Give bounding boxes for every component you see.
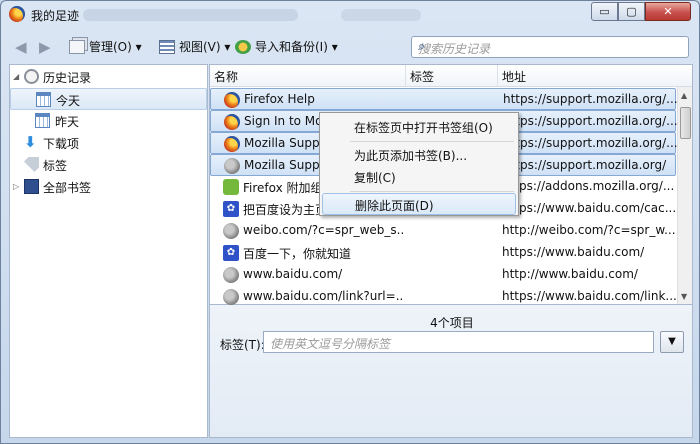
import-backup-menu-button[interactable]: 导入和备份(I) ▾ [235, 38, 338, 55]
tag-input[interactable]: 使用英文逗号分隔标签 [263, 331, 654, 353]
title-bar: 我的足迹 ▭ ▢ ✕ [1, 1, 699, 29]
forward-arrow-icon[interactable]: ▶ [39, 38, 51, 56]
manage-icon [69, 40, 85, 54]
globe-favicon-icon [223, 289, 239, 305]
firefox-favicon-icon [224, 92, 240, 108]
chevron-down-icon: ▾ [224, 40, 231, 54]
firefox-favicon-icon [224, 136, 240, 152]
sidebar-tree: ◢ 历史记录 今天 昨天 ⬇ 下载项 标签 ▷ 全部书签 [9, 64, 208, 438]
tag-input-placeholder: 使用英文逗号分隔标签 [270, 337, 391, 351]
sidebar-item-downloads[interactable]: ⬇ 下载项 [10, 132, 207, 154]
search-history-input[interactable]: 搜索历史记录 ⌕ [411, 36, 689, 58]
chevron-down-icon: ▾ [331, 40, 338, 54]
row-url: https://support.mozilla.org/... [503, 92, 677, 106]
sidebar-item-yesterday[interactable]: 昨天 [10, 110, 207, 132]
blurred-title-region-2 [341, 9, 421, 21]
manage-label: 管理(O) [89, 40, 132, 54]
menu-separator [350, 191, 514, 192]
download-arrow-icon: ⬇ [24, 133, 37, 151]
row-url: http://weibo.com/?c=spr_w... [502, 223, 676, 237]
row-url: https://support.mozilla.org/... [503, 114, 677, 128]
sidebar-item-label: 标签 [43, 159, 68, 173]
view-menu-button[interactable]: 视图(V) ▾ [159, 38, 230, 55]
baidu-paw-icon: ✿ [223, 245, 239, 261]
table-row[interactable]: weibo.com/?c=spr_web_s... http://weibo.c… [210, 220, 676, 242]
row-name: www.baidu.com/link?url=... [243, 289, 403, 303]
sidebar-item-tags[interactable]: 标签 [10, 154, 207, 176]
import-label: 导入和备份(I) [255, 40, 328, 54]
selected-item-count: 4个项目 [430, 316, 474, 330]
column-header-tags[interactable]: 标签 [406, 65, 498, 87]
toolbar: ◀ ▶ 管理(O) ▾ 视图(V) ▾ 导入和备份(I) ▾ 搜索历史记录 ⌕ [9, 31, 693, 63]
tag-dropdown-button[interactable]: ▼ [660, 331, 684, 353]
tag-icon [24, 157, 39, 172]
tag-field-label: 标签(T): [220, 338, 265, 352]
row-url: http://www.baidu.com/ [502, 267, 638, 281]
calendar-icon [35, 113, 50, 128]
menu-separator [350, 141, 514, 142]
import-backup-icon [235, 40, 251, 54]
scrollbar-thumb[interactable] [680, 107, 691, 139]
table-row[interactable]: Firefox Help https://support.mozilla.org… [210, 88, 677, 110]
globe-favicon-icon [223, 223, 239, 239]
sidebar-item-label: 昨天 [55, 115, 80, 129]
sidebar-item-all-bookmarks[interactable]: ▷ 全部书签 [10, 176, 207, 198]
clock-icon [24, 69, 39, 84]
sidebar-item-history[interactable]: ◢ 历史记录 [10, 66, 207, 88]
baidu-paw-icon: ✿ [223, 201, 239, 217]
firefox-favicon-icon [224, 114, 240, 130]
expanded-triangle-icon[interactable]: ◢ [13, 72, 19, 81]
back-arrow-icon[interactable]: ◀ [15, 38, 27, 56]
row-name: www.baidu.com/ [243, 267, 343, 281]
menu-item-open-in-tabs[interactable]: 在标签页中打开书签组(O) [322, 116, 516, 138]
view-icon [159, 40, 175, 54]
row-url: https://addons.mozilla.org/... [502, 179, 675, 193]
search-icon[interactable]: ⌕ [418, 39, 683, 54]
globe-favicon-icon [224, 158, 240, 174]
sidebar-item-label: 今天 [56, 94, 81, 108]
manage-menu-button[interactable]: 管理(O) ▾ [69, 38, 142, 55]
collapsed-triangle-icon[interactable]: ▷ [13, 182, 19, 191]
chevron-down-icon: ▾ [135, 40, 142, 54]
row-url: https://support.mozilla.org/... [503, 136, 677, 150]
calendar-icon [36, 92, 51, 107]
scroll-down-arrow-icon[interactable]: ▼ [681, 292, 687, 301]
maximize-button[interactable]: ▢ [618, 2, 645, 21]
column-header-name[interactable]: 名称 [210, 65, 406, 87]
table-row[interactable]: ✿ 百度一下，你就知道 https://www.baidu.com/ [210, 242, 676, 264]
details-pane: 4个项目 标签(T): 使用英文逗号分隔标签 ▼ [209, 305, 693, 438]
menu-item-bookmark-page[interactable]: 为此页添加书签(B)... [322, 144, 516, 166]
library-window: 我的足迹 ▭ ▢ ✕ ◀ ▶ 管理(O) ▾ 视图(V) ▾ 导入和备份(I) … [0, 0, 700, 444]
window-title: 我的足迹 [31, 9, 80, 23]
bookmarks-icon [24, 179, 39, 194]
puzzle-piece-icon [223, 179, 239, 195]
row-url: https://support.mozilla.org/ [503, 158, 667, 172]
row-name: Firefox Help [244, 92, 315, 106]
table-row[interactable]: www.baidu.com/ http://www.baidu.com/ [210, 264, 676, 286]
view-label: 视图(V) [179, 40, 221, 54]
row-name: weibo.com/?c=spr_web_s... [243, 223, 403, 237]
sidebar-item-today[interactable]: 今天 [10, 88, 207, 110]
close-button[interactable]: ✕ [645, 2, 691, 21]
sidebar-item-label: 全部书签 [43, 181, 92, 195]
row-url: https://www.baidu.com/link... [502, 289, 676, 303]
context-menu: 在标签页中打开书签组(O) 为此页添加书签(B)... 复制(C) 删除此页面(… [319, 112, 519, 216]
row-url: https://www.baidu.com/cac... [502, 201, 676, 215]
row-name: 百度一下，你就知道 [243, 247, 352, 261]
column-header-address[interactable]: 地址 [498, 65, 692, 87]
minimize-button[interactable]: ▭ [591, 2, 618, 21]
blurred-title-region [83, 9, 298, 21]
scroll-up-arrow-icon[interactable]: ▲ [681, 91, 687, 100]
sidebar-item-label: 历史记录 [43, 71, 92, 85]
sidebar-item-label: 下载项 [43, 137, 80, 151]
row-url: https://www.baidu.com/ [502, 245, 645, 259]
vertical-scrollbar[interactable]: ▲ ▼ [677, 87, 692, 304]
globe-favicon-icon [223, 267, 239, 283]
menu-item-copy[interactable]: 复制(C) [322, 166, 516, 188]
firefox-logo-icon [9, 6, 25, 22]
menu-item-delete-page[interactable]: 删除此页面(D) [322, 193, 516, 215]
